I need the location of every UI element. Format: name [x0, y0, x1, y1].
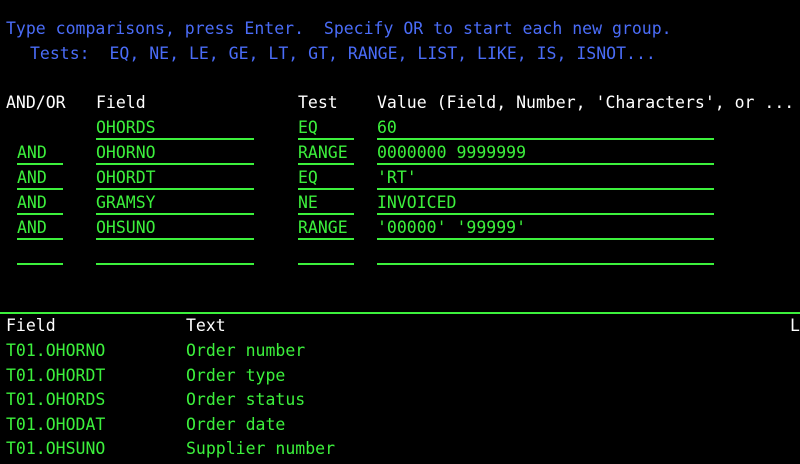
row-4-test-input[interactable]: NE — [298, 191, 354, 215]
list-item-field: T01.OHORNO — [6, 341, 106, 360]
list-item-text: Order type — [186, 366, 286, 385]
section-divider — [0, 312, 800, 314]
row-6-test-input[interactable] — [298, 241, 354, 265]
row-3-andor-input[interactable]: AND — [17, 166, 63, 190]
row-2-field-input[interactable]: OHORNO — [96, 141, 254, 165]
row-5-test-input[interactable]: RANGE — [298, 216, 354, 240]
list-item-field: T01.OHODAT — [6, 415, 106, 434]
row-3-value-input[interactable]: 'RT' — [377, 166, 714, 190]
header-test: Test — [298, 93, 338, 112]
list-item-text: Order number — [186, 341, 306, 360]
list-item-field: T01.OHSUNO — [6, 439, 106, 458]
row-6-value-input[interactable] — [377, 241, 714, 265]
header-field: Field — [96, 93, 146, 112]
header-value: Value (Field, Number, 'Characters', or .… — [377, 93, 795, 112]
row-2-test-input[interactable]: RANGE — [298, 141, 354, 165]
row-2-value-input[interactable]: 0000000 9999999 — [377, 141, 714, 165]
row-6-andor-input[interactable] — [17, 241, 63, 265]
instruction-line-1: Type comparisons, press Enter. Specify O… — [6, 19, 672, 38]
list-item-text: Order status — [186, 390, 306, 409]
row-4-andor-input[interactable]: AND — [17, 191, 63, 215]
row-5-field-input[interactable]: OHSUNO — [96, 216, 254, 240]
row-6-field-input[interactable] — [96, 241, 254, 265]
list-header-text: Text — [186, 316, 226, 335]
instruction-line-2: Tests: EQ, NE, LE, GE, LT, GT, RANGE, LI… — [30, 44, 656, 63]
row-4-field-input[interactable]: GRAMSY — [96, 191, 254, 215]
row-1-field-input[interactable]: OHORDS — [96, 116, 254, 140]
list-item-field: T01.OHORDT — [6, 366, 106, 385]
row-4-value-input[interactable]: INVOICED — [377, 191, 714, 215]
row-1-value-input[interactable]: 60 — [377, 116, 714, 140]
list-item-text: Order date — [186, 415, 286, 434]
row-3-test-input[interactable]: EQ — [298, 166, 354, 190]
list-header-field: Field — [6, 316, 56, 335]
header-andor: AND/OR — [6, 93, 66, 112]
row-5-andor-input[interactable]: AND — [17, 216, 63, 240]
row-2-andor-input[interactable]: AND — [17, 141, 63, 165]
list-item-text: Supplier number — [186, 439, 336, 458]
row-5-value-input[interactable]: '00000' '99999' — [377, 216, 714, 240]
row-3-field-input[interactable]: OHORDT — [96, 166, 254, 190]
list-item-field: T01.OHORDS — [6, 390, 106, 409]
row-1-test-input[interactable]: EQ — [298, 116, 354, 140]
list-header-len: L — [790, 316, 800, 335]
